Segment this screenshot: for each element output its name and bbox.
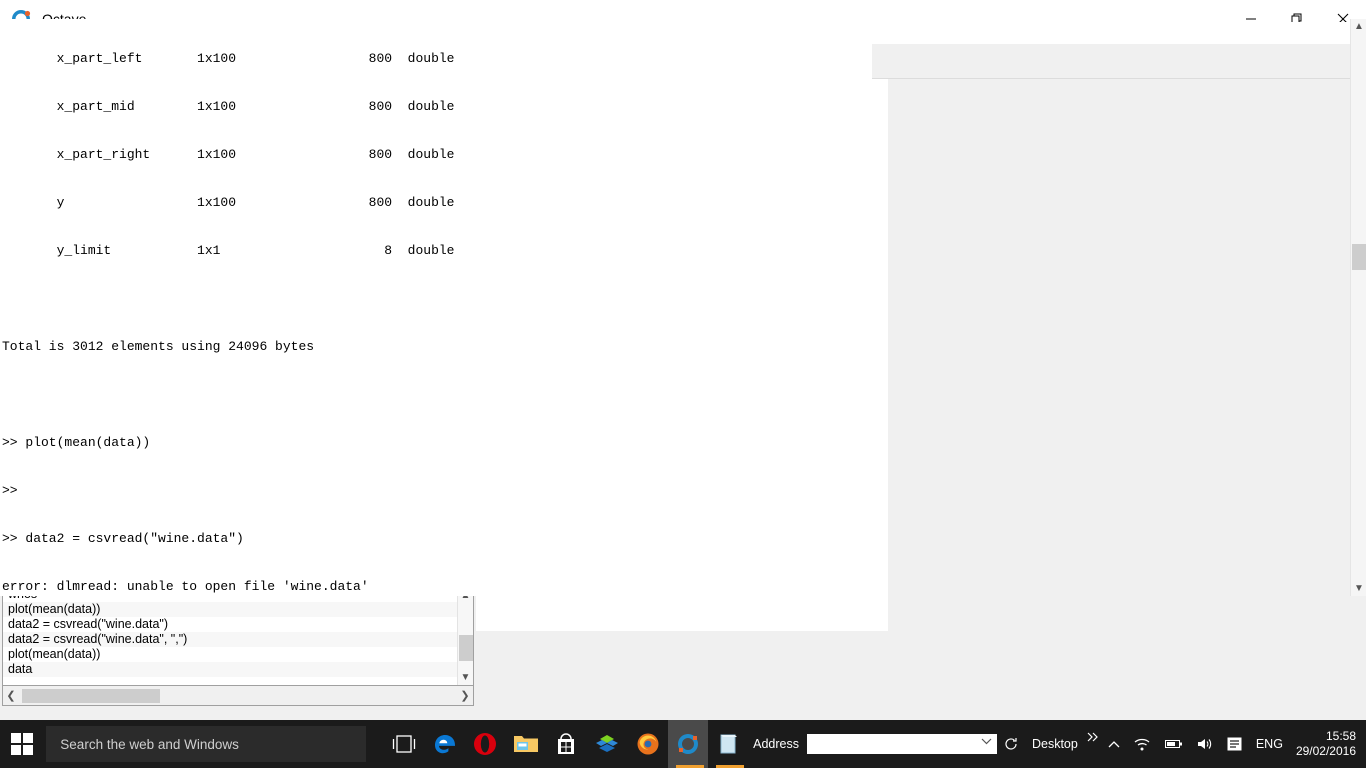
opera-icon[interactable] (465, 720, 506, 768)
show-hidden-icons-button[interactable] (1101, 720, 1127, 768)
battery-icon[interactable] (1158, 720, 1190, 768)
output-line: x_part_mid 1x100 800 double (2, 99, 455, 114)
output-line: error: dlmread: unable to open file 'win… (2, 579, 369, 594)
edge-icon[interactable] (424, 720, 465, 768)
list-item[interactable]: plot(mean(data)) (3, 647, 473, 662)
output-line: >> (2, 483, 18, 498)
search-input[interactable]: Search the web and Windows (46, 726, 366, 762)
list-item[interactable]: data2 = csvread("wine.data") (3, 617, 473, 632)
store-icon[interactable] (546, 720, 587, 768)
command-window-output[interactable]: x_part_left 1x100 800 double x_part_mid … (0, 19, 872, 596)
system-tray: Address Desktop ENG 15:58 29/02/2016 (749, 720, 1366, 768)
octave-icon[interactable] (667, 720, 709, 768)
chevron-up-icon[interactable]: ▲ (1354, 21, 1364, 32)
output-line: >> data2 = csvread("wine.data") (2, 531, 244, 546)
list-item[interactable]: data (3, 662, 473, 677)
desktop-toolbar-label[interactable]: Desktop (1025, 720, 1085, 768)
chevron-down-icon[interactable] (981, 737, 992, 745)
scrollbar-thumb[interactable] (459, 635, 473, 661)
list-item[interactable]: data2 = csvread("wine.data", ",") (3, 632, 473, 647)
output-line: Total is 3012 elements using 24096 bytes (2, 339, 315, 354)
refresh-icon[interactable] (997, 720, 1025, 768)
command-history-list[interactable]: whos plot(mean(data)) data2 = csvread("w… (2, 586, 474, 686)
command-history-hscrollbar[interactable]: ❮ ❯ (2, 686, 474, 706)
output-line: y 1x100 800 double (2, 195, 455, 210)
address-input[interactable] (806, 734, 997, 754)
output-line: x_part_left 1x100 800 double (2, 51, 455, 66)
scrollbar-thumb[interactable] (22, 688, 160, 703)
volume-icon[interactable] (1190, 720, 1220, 768)
chevron-double-right-icon[interactable] (1085, 720, 1101, 768)
search-placeholder: Search the web and Windows (60, 736, 239, 752)
dropbox-icon[interactable] (587, 720, 628, 768)
chevron-down-icon[interactable]: ▼ (461, 669, 471, 685)
command-window-panel: Command Window x_part_left 1x100 800 dou… (0, 0, 1366, 768)
chevron-down-icon[interactable]: ▼ (1354, 583, 1364, 594)
file-explorer-icon[interactable] (506, 720, 547, 768)
windows-taskbar: Search the web and Windows Address Deskt… (0, 720, 1366, 768)
output-line: y_limit 1x1 8 double (2, 243, 455, 258)
firefox-icon[interactable] (627, 720, 668, 768)
notepad-icon[interactable] (708, 720, 749, 768)
clock-time: 15:58 (1325, 729, 1356, 743)
task-view-icon[interactable] (384, 720, 425, 768)
action-center-icon[interactable] (1220, 720, 1249, 768)
chevron-right-icon[interactable]: ❯ (457, 689, 473, 702)
scrollbar-thumb[interactable] (1352, 244, 1366, 270)
clock[interactable]: 15:58 29/02/2016 (1290, 729, 1366, 759)
output-line: >> plot(mean(data)) (2, 435, 151, 450)
output-line: x_part_right 1x100 800 double (2, 147, 455, 162)
windows-start-icon[interactable] (0, 720, 44, 768)
list-item[interactable]: plot(mean(data)) (3, 602, 473, 617)
command-history-scrollbar[interactable]: ▲ ▼ (457, 587, 473, 685)
command-window-scrollbar[interactable]: ▲ ▼ (1350, 19, 1366, 596)
chevron-left-icon[interactable]: ❮ (3, 689, 19, 702)
wifi-icon[interactable] (1127, 720, 1158, 768)
language-indicator[interactable]: ENG (1249, 720, 1290, 768)
address-label: Address (753, 737, 799, 751)
octave-application-window: Octave File Edit Debug Window Help News (0, 0, 1366, 768)
clock-date: 29/02/2016 (1295, 744, 1356, 758)
